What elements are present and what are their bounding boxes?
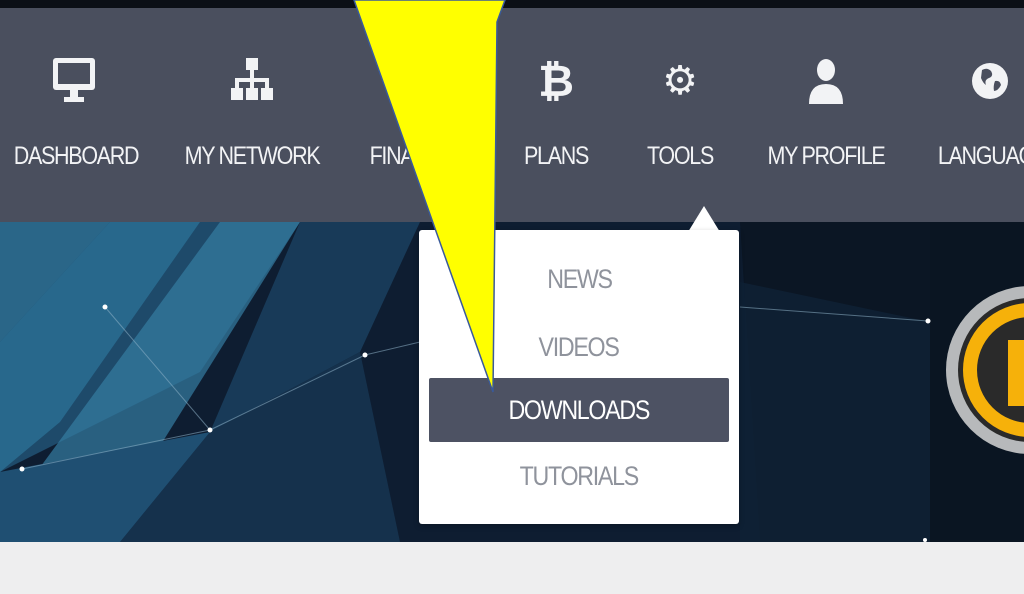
main-navbar: DASHBOARD MY NETWORK FINA ₿ PLANS ⚙ TOOL… [0, 8, 1024, 222]
nav-label: FINA [369, 142, 415, 170]
page: DASHBOARD MY NETWORK FINA ₿ PLANS ⚙ TOOL… [0, 0, 1024, 594]
nav-item-tools[interactable]: ⚙ TOOLS [630, 8, 730, 222]
user-icon [802, 51, 850, 111]
top-strip [0, 0, 1024, 8]
nav-label: TOOLS [646, 142, 714, 170]
bitcoin-icon: ₿ [538, 55, 574, 107]
nav-label: MY PROFILE [767, 142, 886, 170]
gear-icon: ⚙ [662, 58, 698, 104]
menu-item-videos[interactable]: VIDEOS [429, 315, 729, 379]
nav-item-my-profile[interactable]: MY PROFILE [756, 8, 896, 222]
nav-item-language[interactable]: LANGUAG [920, 8, 1024, 222]
content-area [0, 542, 1024, 594]
tools-dropdown-menu: NEWS VIDEOS DOWNLOADS TUTORIALS [419, 230, 739, 524]
network-icon [228, 51, 276, 111]
menu-item-label: DOWNLOADS [508, 394, 651, 425]
nav-label: MY NETWORK [184, 142, 321, 170]
menu-item-downloads[interactable]: DOWNLOADS [429, 378, 729, 442]
nav-item-my-network[interactable]: MY NETWORK [172, 8, 332, 222]
nav-label: LANGUAG [937, 142, 1024, 170]
menu-item-tutorials[interactable]: TUTORIALS [429, 444, 729, 508]
globe-icon [966, 51, 1014, 111]
dropdown-caret [688, 206, 720, 232]
menu-item-news[interactable]: NEWS [429, 247, 729, 311]
nav-item-dashboard[interactable]: DASHBOARD [0, 8, 152, 222]
menu-item-label: NEWS [546, 263, 613, 294]
nav-item-plans[interactable]: ₿ PLANS [506, 8, 606, 222]
menu-item-label: VIDEOS [538, 331, 620, 362]
nav-label: DASHBOARD [13, 142, 140, 170]
monitor-icon [50, 51, 98, 111]
menu-item-label: TUTORIALS [519, 460, 640, 491]
finance-icon [388, 51, 436, 111]
nav-item-finance[interactable]: FINA [352, 8, 472, 222]
nav-label: PLANS [523, 142, 589, 170]
